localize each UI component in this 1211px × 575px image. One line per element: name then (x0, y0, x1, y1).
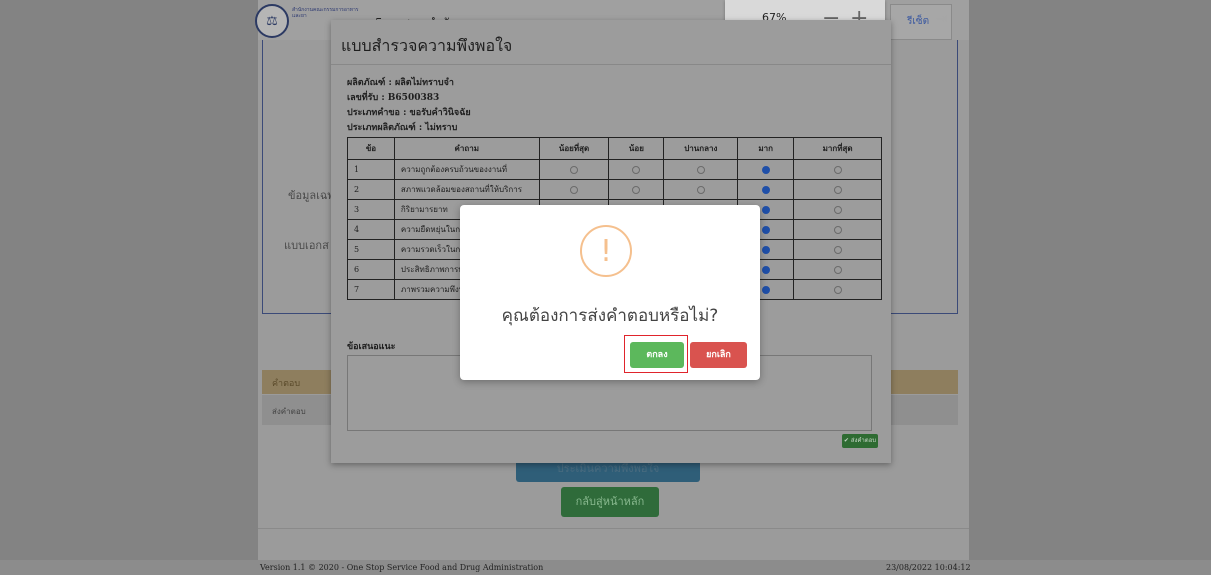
rating-cell (663, 179, 739, 200)
rating-cell (663, 159, 739, 180)
rating-cell (608, 159, 665, 180)
divider (258, 528, 969, 529)
col-no: ข้อ (347, 137, 395, 160)
confirm-message: คุณต้องการส่งคำตอบหรือไม่? (501, 306, 719, 326)
rating-cell (793, 179, 882, 200)
survey-title: แบบสำรวจความพึงพอใจ (341, 36, 513, 55)
col-most: มากที่สุด (793, 137, 882, 160)
rating-radio[interactable] (632, 186, 641, 194)
rating-cell (608, 179, 665, 200)
survey-divider (331, 64, 891, 65)
rating-radio[interactable] (761, 166, 770, 174)
back-home-button[interactable]: กลับสู่หน้าหลัก (561, 487, 659, 517)
col-less: น้อย (608, 137, 665, 160)
rating-cell (793, 159, 882, 180)
rating-radio[interactable] (570, 166, 579, 174)
row-number: 1 (347, 159, 395, 180)
col-medium: ปานกลาง (663, 137, 739, 160)
rating-radio[interactable] (761, 286, 770, 294)
row-question: ความถูกต้องครบถ้วนของงานที่ (393, 159, 540, 180)
rating-radio[interactable] (833, 286, 842, 294)
rating-cell (737, 179, 795, 200)
rating-radio[interactable] (833, 206, 842, 214)
rating-radio[interactable] (761, 206, 770, 214)
rating-cell (737, 159, 795, 180)
rating-radio[interactable] (761, 226, 770, 234)
answers-row-label: ส่งคำตอบ (272, 407, 306, 416)
rating-radio[interactable] (761, 186, 770, 194)
rating-radio[interactable] (833, 166, 842, 174)
row-number: 4 (347, 219, 395, 240)
rating-radio[interactable] (761, 246, 770, 254)
warning-icon: ! (580, 225, 632, 277)
rating-cell (793, 259, 882, 280)
row-number: 3 (347, 199, 395, 220)
table-row: 1 ความถูกต้องครบถ้วนของงานที่ (347, 159, 882, 180)
footer-datetime: 23/08/2022 10:04:12 (886, 563, 971, 572)
reset-label: รีเซ็ต (907, 16, 930, 27)
row-number: 7 (347, 279, 395, 300)
rating-radio[interactable] (761, 266, 770, 274)
row-question: สภาพแวดล้อมของสถานที่ให้บริการ (393, 179, 540, 200)
rating-cell (793, 279, 882, 300)
table-row: 2 สภาพแวดล้อมของสถานที่ให้บริการ (347, 179, 882, 200)
answers-header-label: คำตอบ (272, 379, 301, 389)
submit-answer-button[interactable]: ✔ ส่งคำตอบ (842, 434, 878, 448)
bg-label-info: ข้อมูลเฉพ (288, 189, 335, 202)
info-request-type: ประเภทคำขอ : ขอรับคำวินิจฉัย (347, 108, 471, 118)
rating-radio[interactable] (632, 166, 641, 174)
rating-radio[interactable] (570, 186, 579, 194)
rating-cell (538, 159, 610, 180)
table-header-row: ข้อ คำถาม น้อยที่สุด น้อย ปานกลาง มาก มา… (347, 137, 882, 160)
suggestion-label: ข้อเสนอแนะ (347, 342, 396, 352)
rating-cell (538, 179, 610, 200)
rating-radio[interactable] (833, 226, 842, 234)
row-number: 6 (347, 259, 395, 280)
rating-cell (793, 199, 882, 220)
footer-version: Version 1.1 © 2020 - One Stop Service Fo… (260, 563, 544, 572)
rating-radio[interactable] (833, 266, 842, 274)
rating-radio[interactable] (696, 186, 705, 194)
info-product-type: ประเภทผลิตภัณฑ์ : ไม่ทราบ (347, 123, 458, 133)
row-number: 5 (347, 239, 395, 260)
cancel-button[interactable]: ยกเลิก (690, 342, 747, 368)
rating-radio[interactable] (696, 166, 705, 174)
row-number: 2 (347, 179, 395, 200)
col-more: มาก (737, 137, 795, 160)
footer: Version 1.1 © 2020 - One Stop Service Fo… (0, 560, 1211, 575)
fda-logo: ⚖ (255, 4, 289, 38)
col-question: คำถาม (393, 137, 540, 160)
rating-radio[interactable] (833, 246, 842, 254)
col-least: น้อยที่สุด (538, 137, 610, 160)
logout-icon[interactable]: ⇥ (936, 11, 948, 27)
rating-radio[interactable] (833, 186, 842, 194)
rating-cell (793, 239, 882, 260)
info-product: ผลิตภัณฑ์ : ผลิตไม่ทราบจำ (347, 78, 454, 88)
bg-label-docs: แบบเอกส (284, 239, 329, 252)
ok-button-highlight (624, 335, 688, 373)
logo-text: สำนักงานคณะกรรมการอาหารและยา (292, 7, 359, 19)
rating-cell (793, 219, 882, 240)
info-receive-no: เลขที่รับ : B6500383 (347, 93, 440, 103)
